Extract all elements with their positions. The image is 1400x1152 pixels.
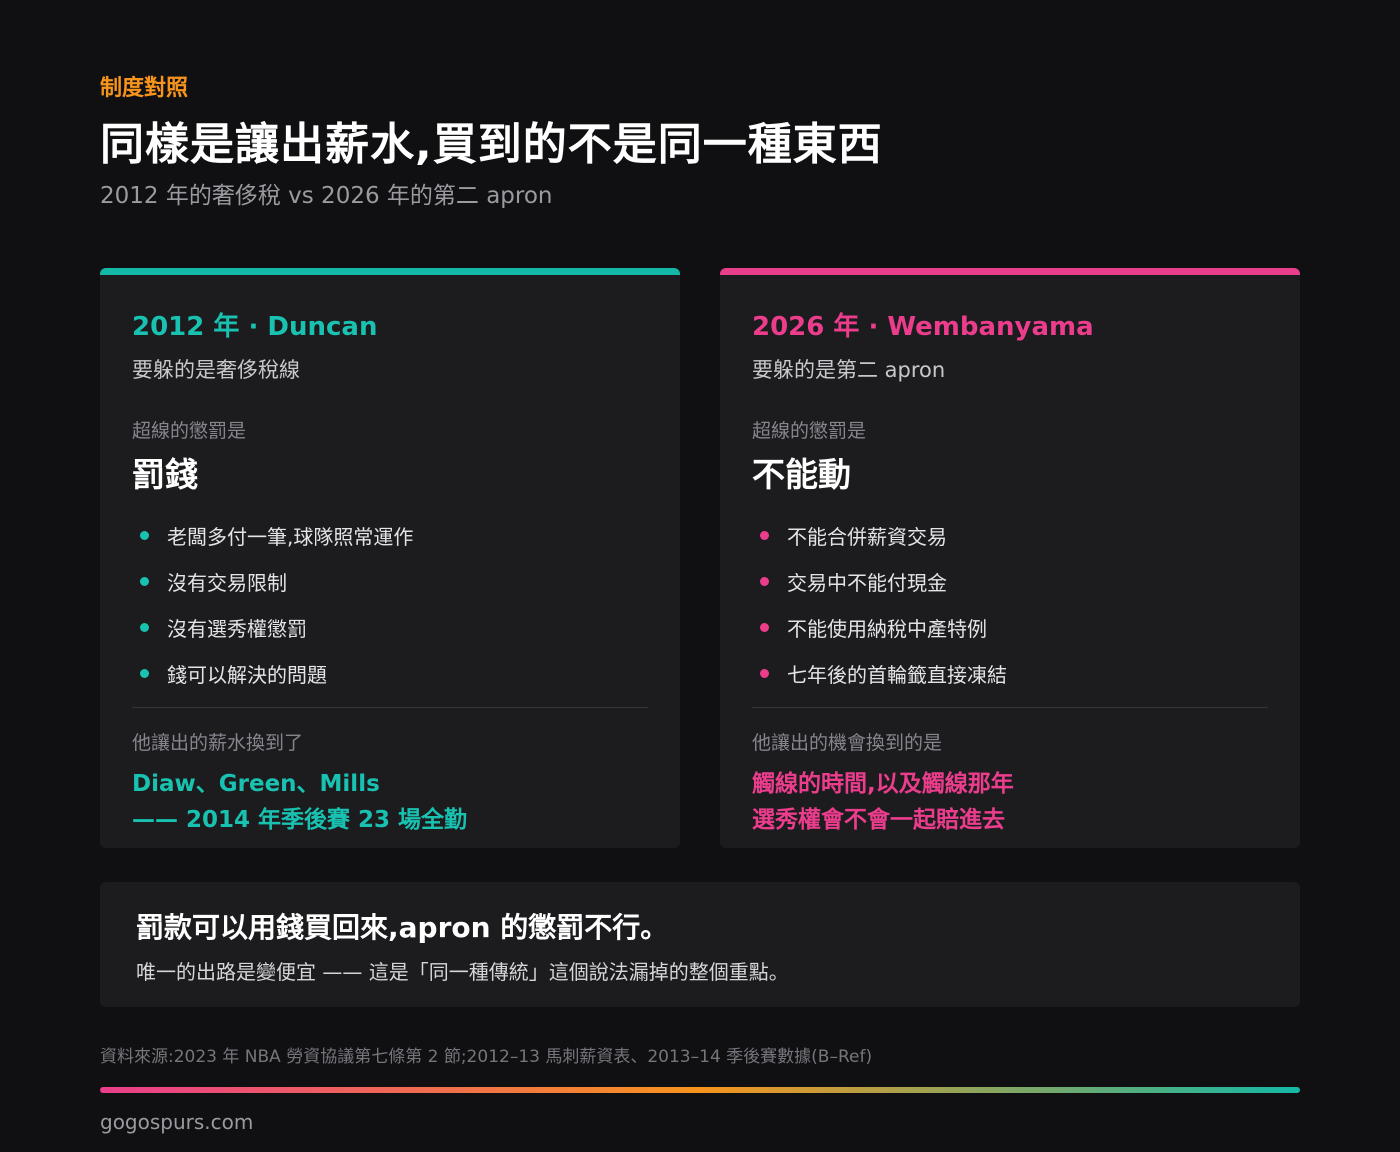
list-item-text: 沒有交易限制 [167, 570, 287, 595]
summary-headline: 罰款可以用錢買回來,apron 的懲罰不行。 [136, 911, 669, 944]
bullet-dot-icon [760, 530, 769, 540]
gradient-divider [100, 1087, 1300, 1093]
card-2026-wembanyama: 2026 年 · Wembanyama 要躲的是第二 apron 超線的懲罰是 … [720, 268, 1300, 848]
list-item: 不能合併薪資交易 [760, 512, 1007, 558]
card-penalty-list: 老闆多付一筆,球隊照常運作 沒有交易限制 沒有選秀權懲罰 錢可以解決的問題 [140, 512, 413, 696]
page-title: 同樣是讓出薪水,買到的不是同一種東西 [100, 119, 883, 170]
list-item: 交易中不能付現金 [760, 558, 1007, 604]
card-penalty-label: 超線的懲罰是 [132, 420, 247, 442]
card-result-line: 觸線的時間,以及觸線那年 [752, 771, 1014, 797]
bullet-dot-icon [760, 668, 769, 678]
bullet-dot-icon [760, 576, 769, 586]
list-item: 七年後的首輪籤直接凍結 [760, 650, 1007, 696]
summary-body: 唯一的出路是變便宜 —— 這是「同一種傳統」這個說法漏掉的整個重點。 [136, 960, 789, 984]
card-year-label: 2012 年 · Duncan [132, 312, 378, 342]
source-note: 資料來源:2023 年 NBA 勞資協議第七條第 2 節;2012–13 馬刺薪… [100, 1047, 873, 1067]
card-avoid-text: 要躲的是第二 apron [752, 358, 946, 382]
card-result-line: —— 2014 年季後賽 23 場全勤 [132, 807, 468, 833]
card-year-label: 2026 年 · Wembanyama [752, 312, 1094, 342]
list-item-text: 七年後的首輪籤直接凍結 [787, 662, 1007, 687]
bullet-dot-icon [760, 622, 769, 632]
bullet-dot-icon [140, 622, 149, 632]
list-item: 不能使用納稅中產特例 [760, 604, 1007, 650]
card-result-line: Diaw、Green、Mills [132, 771, 380, 797]
site-url: gogospurs.com [100, 1110, 254, 1134]
card-penalty: 罰錢 [132, 455, 198, 494]
card-accent-bar [100, 268, 680, 275]
bullet-dot-icon [140, 576, 149, 586]
list-item-text: 不能合併薪資交易 [787, 524, 947, 549]
card-trade-label: 他讓出的薪水換到了 [132, 732, 304, 754]
list-item-text: 沒有選秀權懲罰 [167, 616, 307, 641]
card-result-line: 選秀權會不會一起賠進去 [752, 807, 1005, 833]
card-penalty-list: 不能合併薪資交易 交易中不能付現金 不能使用納稅中產特例 七年後的首輪籤直接凍結 [760, 512, 1007, 696]
card-trade-label: 他讓出的機會換到的是 [752, 732, 943, 754]
list-item: 老闆多付一筆,球隊照常運作 [140, 512, 413, 558]
bullet-dot-icon [140, 530, 149, 540]
list-item-text: 老闆多付一筆,球隊照常運作 [167, 524, 414, 549]
card-divider [752, 707, 1268, 708]
card-accent-bar [720, 268, 1300, 275]
card-result: 觸線的時間,以及觸線那年 選秀權會不會一起賠進去 [752, 766, 1014, 838]
summary-box: 罰款可以用錢買回來,apron 的懲罰不行。 唯一的出路是變便宜 —— 這是「同… [100, 882, 1300, 1007]
card-divider [132, 707, 648, 708]
card-result: Diaw、Green、Mills —— 2014 年季後賽 23 場全勤 [132, 766, 467, 838]
card-penalty: 不能動 [752, 455, 851, 494]
list-item: 錢可以解決的問題 [140, 650, 413, 696]
list-item-text: 不能使用納稅中產特例 [787, 616, 987, 641]
list-item: 沒有選秀權懲罰 [140, 604, 413, 650]
list-item: 沒有交易限制 [140, 558, 413, 604]
list-item-text: 錢可以解決的問題 [167, 662, 327, 687]
page-subtitle: 2012 年的奢侈稅 vs 2026 年的第二 apron [100, 183, 553, 209]
card-avoid-text: 要躲的是奢侈稅線 [132, 358, 300, 382]
card-2012-duncan: 2012 年 · Duncan 要躲的是奢侈稅線 超線的懲罰是 罰錢 老闆多付一… [100, 268, 680, 848]
bullet-dot-icon [140, 668, 149, 678]
list-item-text: 交易中不能付現金 [787, 570, 947, 595]
eyebrow-label: 制度對照 [100, 76, 189, 101]
card-penalty-label: 超線的懲罰是 [752, 420, 867, 442]
